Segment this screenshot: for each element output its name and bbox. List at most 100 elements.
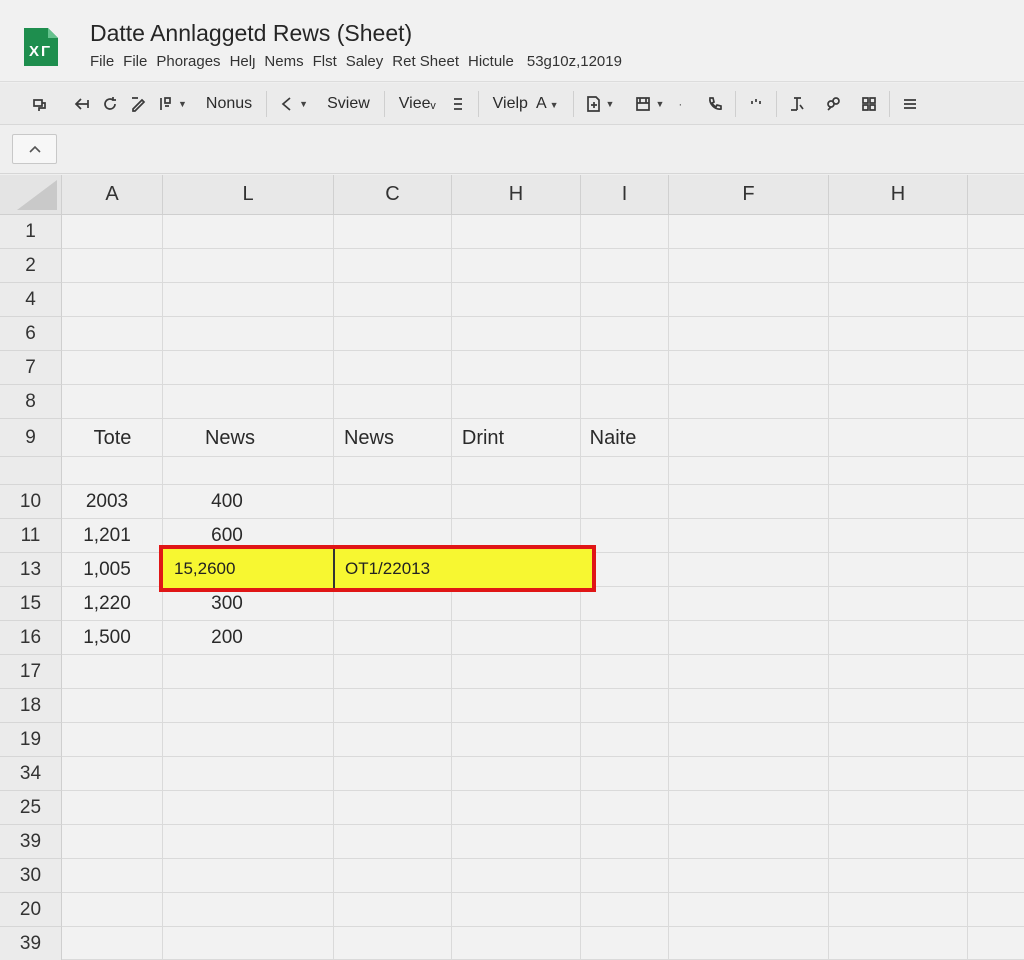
grid-cell[interactable] [581, 485, 669, 519]
grid-cell[interactable] [452, 385, 581, 419]
grid-cell[interactable] [452, 825, 581, 859]
grid-icon[interactable] [855, 89, 883, 119]
row-header-4[interactable]: 4 [0, 283, 62, 317]
grid-cell[interactable] [334, 723, 452, 757]
grid-cell[interactable] [669, 249, 829, 283]
grid-cell[interactable] [62, 859, 163, 893]
grid-cell[interactable] [452, 621, 581, 655]
grid-cell[interactable] [669, 825, 829, 859]
chevron-down-icon[interactable]: ▼ [178, 99, 187, 109]
grid-cell[interactable] [62, 215, 163, 249]
cell-a13[interactable]: 1,005 [62, 553, 152, 587]
insert-chart-icon[interactable]: ▼ [629, 89, 669, 119]
grid-cell[interactable] [581, 215, 669, 249]
row-header-blank[interactable] [0, 457, 62, 485]
grid-cell[interactable] [334, 621, 452, 655]
column-header-f[interactable]: F [669, 175, 829, 215]
grid-cell[interactable] [829, 791, 968, 825]
grid-cell[interactable] [62, 893, 163, 927]
grid-cell[interactable] [581, 689, 669, 723]
grid-cell[interactable] [452, 859, 581, 893]
vielp-menu[interactable]: Vielp [485, 95, 536, 113]
paint-format-icon[interactable] [26, 89, 54, 119]
grid-cell[interactable] [62, 317, 163, 351]
grid-cell[interactable] [669, 587, 829, 621]
grid-cell[interactable] [669, 457, 829, 485]
grid-cell[interactable] [163, 893, 334, 927]
grid-cell[interactable] [334, 689, 452, 723]
phone-icon[interactable] [701, 89, 729, 119]
grid-cell[interactable] [669, 621, 829, 655]
grid-cell[interactable] [452, 249, 581, 283]
grid-cell[interactable] [334, 317, 452, 351]
grid-cell[interactable] [62, 927, 163, 960]
spacing-icon[interactable] [742, 89, 770, 119]
sview-menu[interactable]: Sview [319, 95, 378, 113]
grid-cell[interactable] [829, 283, 968, 317]
font-color-button[interactable]: A ▼ [536, 95, 567, 113]
grid-cell[interactable] [163, 283, 334, 317]
grid-cell[interactable] [829, 553, 968, 587]
cell-a10[interactable]: 2003 [62, 485, 152, 519]
cell-header-drint[interactable]: Drint [452, 419, 514, 457]
menu-flst[interactable]: Flst [313, 53, 346, 70]
chevron-down-icon[interactable]: ▼ [655, 99, 664, 109]
grid-cell[interactable] [62, 385, 163, 419]
grid-cell[interactable] [452, 587, 581, 621]
grid-cell[interactable] [829, 757, 968, 791]
grid-cell[interactable] [452, 893, 581, 927]
row-header-1[interactable]: 1 [0, 215, 62, 249]
grid-cell[interactable] [163, 825, 334, 859]
row-header-39-2[interactable]: 39 [0, 927, 62, 960]
row-header-6[interactable]: 6 [0, 317, 62, 351]
grid-cell[interactable] [581, 825, 669, 859]
grid-cell[interactable] [829, 689, 968, 723]
grid-cell[interactable] [452, 215, 581, 249]
grid-cell[interactable] [968, 825, 1024, 859]
grid-cell[interactable] [452, 927, 581, 960]
menu-icon[interactable] [896, 89, 924, 119]
grid-cell[interactable] [829, 351, 968, 385]
grid-cell[interactable] [669, 791, 829, 825]
grid-cell[interactable] [581, 893, 669, 927]
grid-cell[interactable] [669, 655, 829, 689]
row-header-10[interactable]: 10 [0, 485, 62, 519]
row-header-39[interactable]: 39 [0, 825, 62, 859]
cell-header-news[interactable]: News [163, 419, 297, 457]
grid-cell[interactable] [968, 385, 1024, 419]
cell-a16[interactable]: 1,500 [62, 621, 152, 655]
back-arrow-icon[interactable] [68, 89, 96, 119]
grid-cell[interactable] [968, 249, 1024, 283]
grid-cell[interactable] [334, 927, 452, 960]
grid-cell[interactable] [452, 485, 581, 519]
grid-cell[interactable] [334, 893, 452, 927]
row-header-8[interactable]: 8 [0, 385, 62, 419]
grid-cell[interactable] [334, 249, 452, 283]
grid-cell[interactable] [163, 655, 334, 689]
grid-cell[interactable] [163, 791, 334, 825]
grid-cell[interactable] [669, 689, 829, 723]
grid-cell[interactable] [968, 689, 1024, 723]
row-header-30[interactable]: 30 [0, 859, 62, 893]
row-header-2[interactable]: 2 [0, 249, 62, 283]
grid-cell[interactable] [968, 723, 1024, 757]
grid-cell[interactable] [829, 723, 968, 757]
cell-l16[interactable]: 200 [163, 621, 291, 655]
menu-file[interactable]: File [90, 53, 123, 70]
grid-cell[interactable] [968, 621, 1024, 655]
grid-cell[interactable] [452, 791, 581, 825]
chevron-down-icon[interactable]: ▼ [550, 100, 559, 110]
column-header-l[interactable]: L [163, 175, 334, 215]
grid-cell[interactable] [62, 723, 163, 757]
more-dots-icon[interactable]: · [669, 89, 691, 119]
grid-cell[interactable] [163, 859, 334, 893]
grid-cell[interactable] [669, 385, 829, 419]
grid-cell[interactable] [334, 283, 452, 317]
chevron-down-icon[interactable]: ▼ [606, 99, 615, 109]
cell-a11[interactable]: 1,201 [62, 519, 152, 553]
grid-cell[interactable] [829, 859, 968, 893]
grid-cell[interactable] [968, 215, 1024, 249]
menu-ret-sheet[interactable]: Ret Sheet [392, 53, 468, 70]
cell-l10[interactable]: 400 [163, 485, 291, 519]
grid-cell[interactable] [829, 621, 968, 655]
